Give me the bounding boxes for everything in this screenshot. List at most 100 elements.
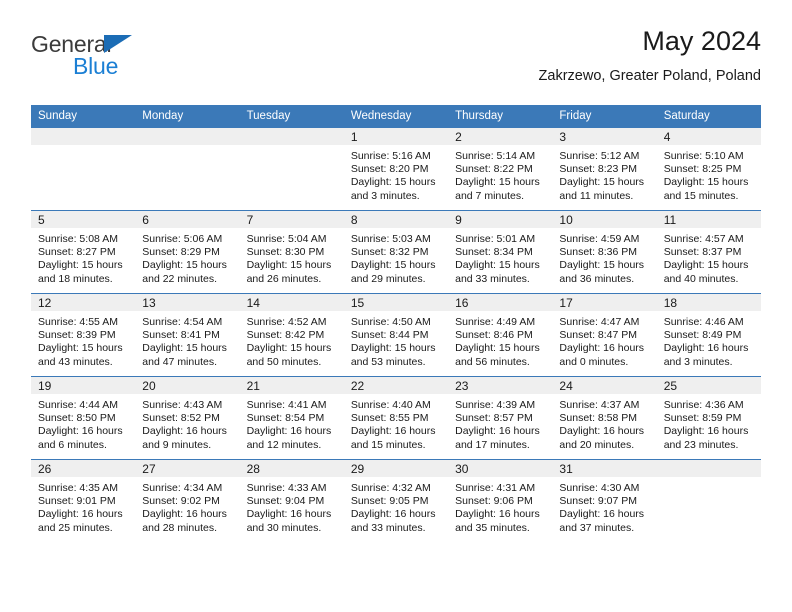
calendar-day-cell[interactable]: 16 Sunrise: 4:49 AM Sunset: 8:46 PM Dayligh… bbox=[448, 293, 553, 377]
day-details: Sunrise: 4:50 AM Sunset: 8:44 PM Daylight:… bbox=[344, 311, 448, 369]
logo-general-label: General bbox=[31, 31, 112, 57]
sunset-text: Sunset: 8:47 PM bbox=[559, 329, 638, 342]
calendar-day-cell[interactable]: 29 Sunrise: 4:32 AM Sunset: 9:05 PM Dayligh… bbox=[343, 459, 449, 542]
day-details: Sunrise: 4:57 AM Sunset: 8:37 PM Daylight:… bbox=[657, 228, 761, 286]
calendar-day-cell[interactable]: 6 Sunrise: 5:06 AM Sunset: 8:29 PM Daylight… bbox=[135, 210, 240, 294]
calendar-day-cell[interactable]: 5 Sunrise: 5:08 AM Sunset: 8:27 PM Daylight… bbox=[31, 210, 136, 294]
day-details: Sunrise: 4:39 AM Sunset: 8:57 PM Daylight:… bbox=[448, 394, 552, 452]
day-number: 28 bbox=[239, 460, 344, 477]
day-details: Sunrise: 5:10 AM Sunset: 8:25 PM Daylight:… bbox=[657, 145, 761, 203]
day-number: 4 bbox=[656, 128, 761, 145]
calendar-day-cell[interactable]: 31 Sunrise: 4:30 AM Sunset: 9:07 PM Dayligh… bbox=[552, 459, 657, 542]
weekday-header-friday: Friday bbox=[552, 105, 657, 128]
daylight-text: Daylight: 16 hours and 35 minutes. bbox=[455, 508, 540, 534]
sunset-text: Sunset: 9:01 PM bbox=[38, 495, 116, 508]
calendar-day-cell[interactable]: 26 Sunrise: 4:35 AM Sunset: 9:01 PM Dayligh… bbox=[31, 459, 136, 542]
calendar-day-cell[interactable]: 1 Sunrise: 5:16 AM Sunset: 8:20 PM Daylight… bbox=[343, 127, 449, 211]
sunrise-text: Sunrise: 4:34 AM bbox=[142, 482, 223, 494]
calendar-day-cell[interactable]: 14 Sunrise: 4:52 AM Sunset: 8:42 PM Dayligh… bbox=[239, 293, 344, 377]
sunset-text: Sunset: 8:54 PM bbox=[246, 412, 325, 425]
calendar-day-cell[interactable]: 3 Sunrise: 5:12 AM Sunset: 8:23 PM Daylight… bbox=[552, 127, 657, 211]
daylight-text: Daylight: 15 hours and 3 minutes. bbox=[350, 176, 436, 202]
day-number: 25 bbox=[656, 377, 761, 394]
calendar-day-cell[interactable]: 2 Sunrise: 5:14 AM Sunset: 8:22 PM Daylight… bbox=[448, 127, 553, 211]
day-number: 17 bbox=[552, 294, 657, 311]
daylight-text: Daylight: 15 hours and 56 minutes. bbox=[455, 342, 540, 368]
day-number: 15 bbox=[343, 294, 449, 311]
calendar-day-cell[interactable]: 17 Sunrise: 4:47 AM Sunset: 8:47 PM Dayligh… bbox=[552, 293, 657, 377]
sunset-text: Sunset: 8:39 PM bbox=[38, 329, 116, 342]
daylight-text: Daylight: 15 hours and 43 minutes. bbox=[38, 342, 123, 368]
calendar-day-cell[interactable]: 7 Sunrise: 5:04 AM Sunset: 8:30 PM Daylight… bbox=[239, 210, 344, 294]
sunset-text: Sunset: 8:46 PM bbox=[455, 329, 533, 342]
sunrise-text: Sunrise: 4:37 AM bbox=[559, 399, 640, 411]
weekday-header-monday: Monday bbox=[135, 105, 240, 128]
calendar-day-cell[interactable]: 8 Sunrise: 5:03 AM Sunset: 8:32 PM Daylight… bbox=[343, 210, 449, 294]
sunset-text: Sunset: 8:55 PM bbox=[350, 412, 429, 425]
calendar-day-cell[interactable]: 11 Sunrise: 4:57 AM Sunset: 8:37 PM Dayligh… bbox=[656, 210, 761, 294]
day-number: 9 bbox=[448, 211, 553, 228]
sunrise-text: Sunrise: 4:46 AM bbox=[663, 316, 744, 328]
weekday-header-sunday: Sunday bbox=[31, 105, 136, 128]
sunrise-text: Sunrise: 4:57 AM bbox=[663, 233, 744, 245]
calendar-day-cell[interactable]: 30 Sunrise: 4:31 AM Sunset: 9:06 PM Dayligh… bbox=[448, 459, 553, 542]
calendar-day-cell[interactable]: 25 Sunrise: 4:36 AM Sunset: 8:59 PM Dayligh… bbox=[656, 376, 761, 460]
calendar-day-cell[interactable]: 13 Sunrise: 4:54 AM Sunset: 8:41 PM Dayligh… bbox=[135, 293, 240, 377]
sunrise-text: Sunrise: 5:14 AM bbox=[455, 150, 536, 162]
general-blue-logo: General Blue bbox=[31, 32, 251, 88]
sunset-text: Sunset: 9:02 PM bbox=[142, 495, 220, 508]
calendar-body: 1 Sunrise: 5:16 AM Sunset: 8:20 PM Daylight… bbox=[31, 127, 761, 542]
sunrise-text: Sunrise: 4:41 AM bbox=[246, 399, 327, 411]
calendar-day-cell[interactable]: 10 Sunrise: 4:59 AM Sunset: 8:36 PM Dayligh… bbox=[552, 210, 657, 294]
sunrise-text: Sunrise: 5:04 AM bbox=[246, 233, 327, 245]
sunset-text: Sunset: 8:36 PM bbox=[559, 246, 638, 259]
day-number: 16 bbox=[448, 294, 553, 311]
day-number: 6 bbox=[135, 211, 240, 228]
calendar-day-cell[interactable]: 21 Sunrise: 4:41 AM Sunset: 8:54 PM Dayligh… bbox=[239, 376, 344, 460]
daylight-text: Daylight: 16 hours and 20 minutes. bbox=[559, 425, 645, 451]
calendar-day-cell[interactable]: 27 Sunrise: 4:34 AM Sunset: 9:02 PM Dayligh… bbox=[135, 459, 240, 542]
daylight-text: Daylight: 15 hours and 18 minutes. bbox=[38, 259, 123, 285]
calendar-day-cell[interactable]: 22 Sunrise: 4:40 AM Sunset: 8:55 PM Dayligh… bbox=[343, 376, 449, 460]
sunset-text: Sunset: 8:42 PM bbox=[246, 329, 325, 342]
calendar-week-row: 1 Sunrise: 5:16 AM Sunset: 8:20 PM Daylight… bbox=[31, 127, 761, 211]
calendar-day-cell[interactable]: 18 Sunrise: 4:46 AM Sunset: 8:49 PM Dayligh… bbox=[656, 293, 761, 377]
day-details: Sunrise: 4:54 AM Sunset: 8:41 PM Daylight:… bbox=[135, 311, 239, 369]
day-number: 2 bbox=[448, 128, 553, 145]
daylight-text: Daylight: 16 hours and 12 minutes. bbox=[246, 425, 332, 451]
calendar-day-cell[interactable]: 24 Sunrise: 4:37 AM Sunset: 8:58 PM Dayligh… bbox=[552, 376, 657, 460]
day-details: Sunrise: 4:37 AM Sunset: 8:58 PM Daylight:… bbox=[552, 394, 656, 452]
page-header: General Blue May 2024 Zakrzewo, Greater … bbox=[31, 24, 761, 98]
calendar-day-cell[interactable]: 4 Sunrise: 5:10 AM Sunset: 8:25 PM Daylight… bbox=[656, 127, 761, 211]
sunset-text: Sunset: 8:49 PM bbox=[663, 329, 742, 342]
day-number: 24 bbox=[552, 377, 657, 394]
sunset-text: Sunset: 8:22 PM bbox=[455, 163, 533, 176]
day-number: 3 bbox=[552, 128, 657, 145]
daylight-text: Daylight: 16 hours and 37 minutes. bbox=[559, 508, 645, 534]
day-number: 5 bbox=[31, 211, 136, 228]
day-details: Sunrise: 4:36 AM Sunset: 8:59 PM Daylight:… bbox=[657, 394, 761, 452]
sunrise-text: Sunrise: 4:59 AM bbox=[559, 233, 640, 245]
sunrise-text: Sunrise: 4:31 AM bbox=[455, 482, 536, 494]
daylight-text: Daylight: 15 hours and 36 minutes. bbox=[559, 259, 645, 285]
calendar-day-cell[interactable]: 9 Sunrise: 5:01 AM Sunset: 8:34 PM Daylight… bbox=[448, 210, 553, 294]
calendar-day-cell-empty bbox=[239, 127, 344, 211]
calendar-day-cell[interactable]: 28 Sunrise: 4:33 AM Sunset: 9:04 PM Dayligh… bbox=[239, 459, 344, 542]
calendar-day-cell[interactable]: 20 Sunrise: 4:43 AM Sunset: 8:52 PM Dayligh… bbox=[135, 376, 240, 460]
weekday-header-saturday: Saturday bbox=[656, 105, 761, 128]
day-details: Sunrise: 4:31 AM Sunset: 9:06 PM Daylight:… bbox=[448, 477, 552, 535]
sunset-text: Sunset: 9:07 PM bbox=[559, 495, 638, 508]
calendar-day-cell[interactable]: 15 Sunrise: 4:50 AM Sunset: 8:44 PM Dayligh… bbox=[343, 293, 449, 377]
calendar-day-cell[interactable]: 19 Sunrise: 4:44 AM Sunset: 8:50 PM Dayligh… bbox=[31, 376, 136, 460]
day-number: 14 bbox=[239, 294, 344, 311]
calendar-day-cell[interactable]: 12 Sunrise: 4:55 AM Sunset: 8:39 PM Dayligh… bbox=[31, 293, 136, 377]
sunrise-text: Sunrise: 4:39 AM bbox=[455, 399, 536, 411]
daylight-text: Daylight: 16 hours and 3 minutes. bbox=[663, 342, 749, 368]
daylight-text: Daylight: 15 hours and 53 minutes. bbox=[350, 342, 436, 368]
day-number bbox=[135, 128, 240, 145]
sunrise-text: Sunrise: 4:40 AM bbox=[350, 399, 431, 411]
day-details: Sunrise: 4:30 AM Sunset: 9:07 PM Daylight:… bbox=[552, 477, 656, 535]
day-details: Sunrise: 4:41 AM Sunset: 8:54 PM Daylight:… bbox=[240, 394, 344, 452]
daylight-text: Daylight: 15 hours and 40 minutes. bbox=[663, 259, 749, 285]
calendar-day-cell[interactable]: 23 Sunrise: 4:39 AM Sunset: 8:57 PM Dayligh… bbox=[448, 376, 553, 460]
